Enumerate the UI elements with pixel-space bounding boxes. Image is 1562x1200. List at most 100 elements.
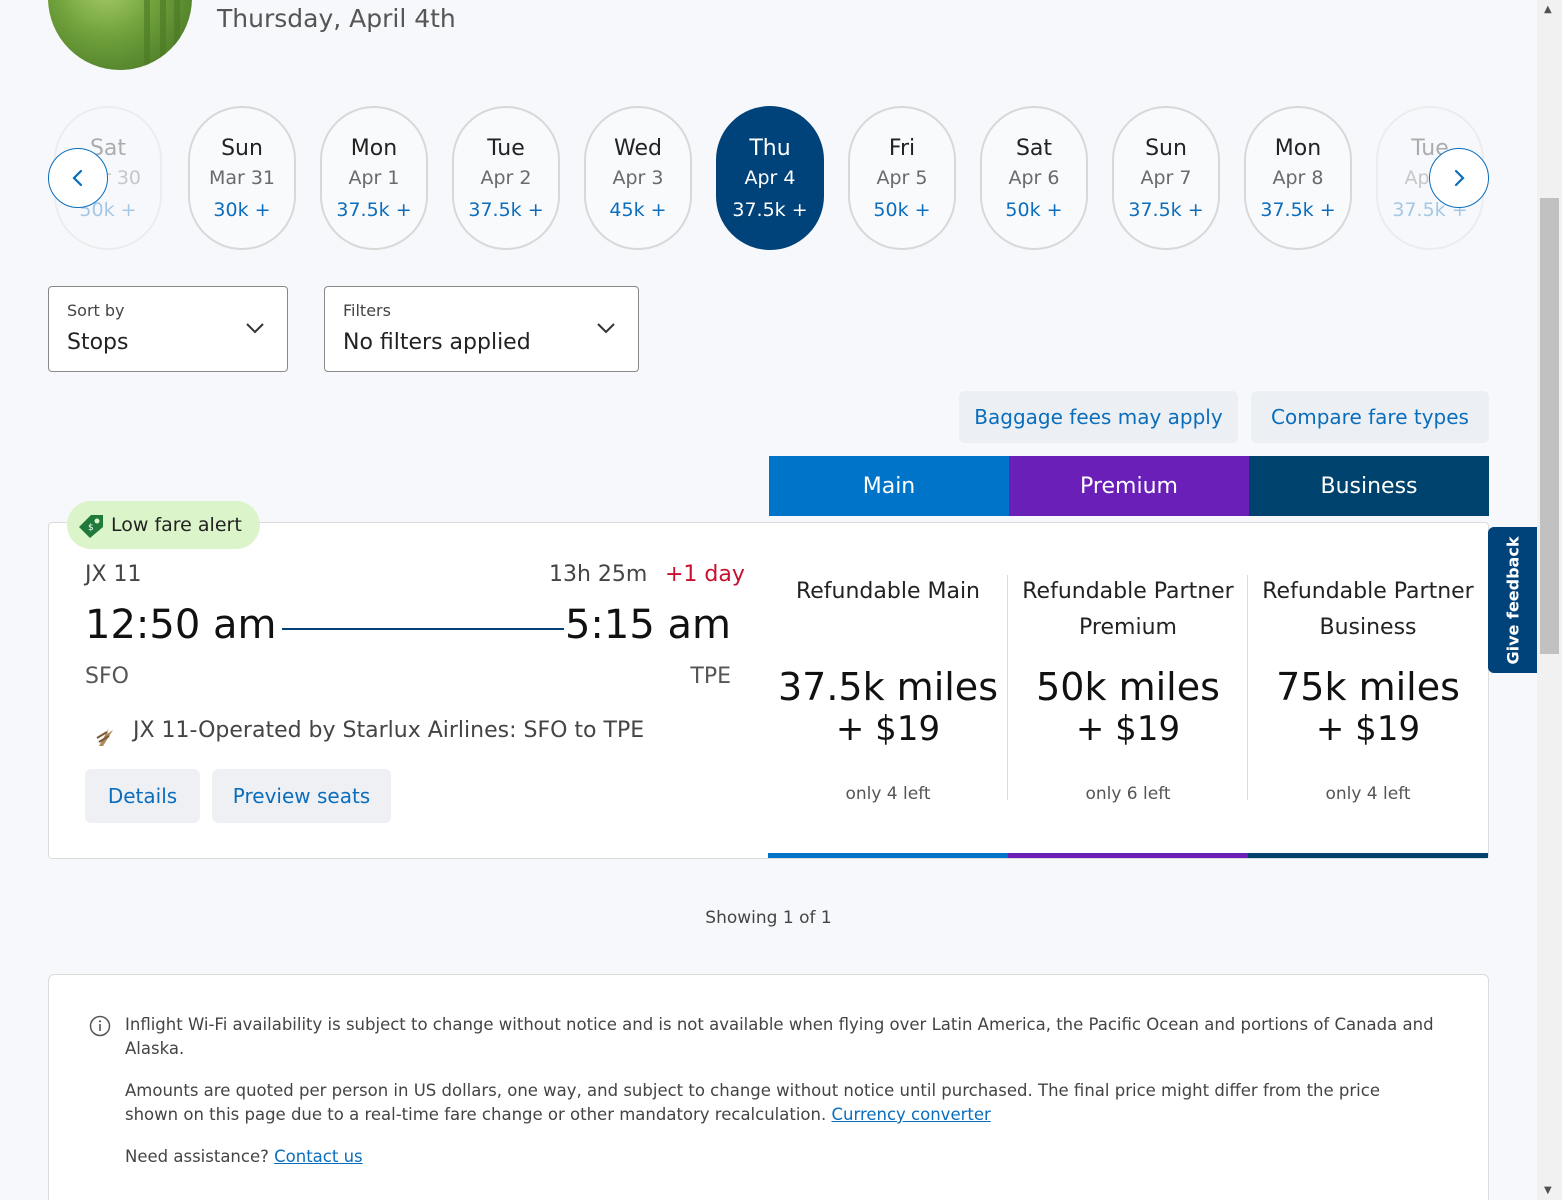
- date-pill-md: Apr 6: [1008, 167, 1060, 189]
- date-pill-price: 50k +: [1005, 199, 1063, 221]
- fare-tax: + $19: [1315, 709, 1421, 749]
- chevron-down-icon: [246, 323, 264, 334]
- flight-duration: 13h 25m: [549, 562, 648, 587]
- prev-dates-button[interactable]: [48, 148, 108, 208]
- date-pill[interactable]: Mon Apr 1 37.5k +: [320, 106, 428, 250]
- date-pill-price: 45k +: [609, 199, 667, 221]
- seats-left: only 4 left: [1325, 784, 1411, 804]
- seats-left: only 4 left: [845, 784, 931, 804]
- date-pill-price: 37.5k +: [1128, 199, 1204, 221]
- compare-fare-types-button[interactable]: Compare fare types: [1251, 391, 1489, 443]
- details-button[interactable]: Details: [85, 769, 200, 823]
- date-pill-price: 50k +: [873, 199, 931, 221]
- depart-time: 12:50 am: [85, 602, 277, 648]
- date-pill-md: Apr 2: [480, 167, 532, 189]
- date-pill[interactable]: Sat Apr 6 50k +: [980, 106, 1088, 250]
- notice-box: Inflight Wi-Fi availability is subject t…: [48, 974, 1489, 1200]
- date-pill-price: 37.5k +: [732, 199, 808, 221]
- preview-seats-button[interactable]: Preview seats: [212, 769, 391, 823]
- sort-value: Stops: [67, 330, 129, 355]
- chevron-left-icon: [72, 169, 83, 187]
- low-fare-alert-text: Low fare alert: [111, 514, 242, 536]
- page-date-heading: Thursday, April 4th: [217, 4, 456, 33]
- date-pill[interactable]: Wed Apr 3 45k +: [584, 106, 692, 250]
- flight-number: JX 11: [85, 562, 142, 587]
- page-scrollbar[interactable]: ▲ ▼: [1537, 0, 1562, 1200]
- wifi-notice: Inflight Wi-Fi availability is subject t…: [125, 1015, 1434, 1058]
- amounts-text: Amounts are quoted per person in US doll…: [125, 1081, 1380, 1124]
- give-feedback-button[interactable]: Give feedback: [1488, 527, 1537, 673]
- contact-us-link[interactable]: Contact us: [274, 1147, 363, 1166]
- filters-select[interactable]: Filters No filters applied: [324, 286, 639, 372]
- date-pill[interactable]: Sun Apr 7 37.5k +: [1112, 106, 1220, 250]
- date-pill-dow: Thu: [749, 136, 791, 161]
- date-pill-dow: Wed: [614, 136, 662, 161]
- fare-miles: 50k miles: [1036, 665, 1220, 709]
- scrollbar-thumb[interactable]: [1540, 198, 1559, 654]
- destination-image: [48, 0, 192, 70]
- assistance-text: Need assistance?: [125, 1147, 269, 1166]
- scroll-down-icon[interactable]: ▼: [1544, 1185, 1552, 1196]
- date-pill-dow: Sun: [221, 136, 263, 161]
- date-pill-dow: Mon: [350, 136, 398, 161]
- operated-by-text: JX 11-Operated by Starlux Airlines: SFO …: [133, 718, 645, 743]
- date-pill-md: Apr 4: [744, 167, 796, 189]
- give-feedback-label: Give feedback: [1503, 536, 1522, 664]
- date-pill-dow: Sun: [1145, 136, 1187, 161]
- fare-option-main[interactable]: Refundable Main 37.5k miles + $19 only 4…: [768, 522, 1008, 812]
- date-pill[interactable]: Thu Apr 4 37.5k +: [716, 106, 824, 250]
- sort-label: Sort by: [67, 301, 125, 320]
- fare-tab-business[interactable]: Business: [1249, 456, 1489, 516]
- currency-converter-link[interactable]: Currency converter: [831, 1105, 990, 1124]
- date-pill-price: 37.5k +: [336, 199, 412, 221]
- fare-tax: + $19: [835, 709, 941, 749]
- date-pill-price: 37.5k +: [468, 199, 544, 221]
- filters-label: Filters: [343, 301, 391, 320]
- fare-tax: + $19: [1075, 709, 1181, 749]
- fare-accent-bar-main: [768, 853, 1008, 858]
- fare-option-premium[interactable]: Refundable Partner Premium 50k miles + $…: [1008, 522, 1248, 812]
- fare-tab-premium[interactable]: Premium: [1009, 456, 1249, 516]
- date-pill[interactable]: Fri Apr 5 50k +: [848, 106, 956, 250]
- date-pill-dow: Tue: [487, 136, 525, 161]
- svg-text:$: $: [88, 523, 94, 533]
- arrive-airport: TPE: [690, 664, 731, 689]
- date-pill-md: Apr 5: [876, 167, 928, 189]
- results-count: Showing 1 of 1: [705, 908, 832, 928]
- fare-tab-main[interactable]: Main: [769, 456, 1009, 516]
- date-pill-md: Apr 8: [1272, 167, 1324, 189]
- date-pill-dow: Fri: [888, 136, 916, 161]
- baggage-fees-button[interactable]: Baggage fees may apply: [959, 391, 1238, 443]
- fare-option-business[interactable]: Refundable Partner Business 75k miles + …: [1248, 522, 1488, 812]
- date-pill-md: Apr 1: [348, 167, 400, 189]
- date-pill[interactable]: Mon Apr 8 37.5k +: [1244, 106, 1352, 250]
- next-dates-button[interactable]: [1429, 148, 1489, 208]
- fare-name: Refundable Partner Business: [1262, 579, 1474, 640]
- sort-select[interactable]: Sort by Stops: [48, 286, 288, 372]
- date-pill-price: 30k +: [213, 199, 271, 221]
- route-line: [282, 628, 564, 630]
- date-pill-dow: Sat: [1015, 136, 1053, 161]
- fare-accent-bar-premium: [1008, 853, 1248, 858]
- amounts-notice: Amounts are quoted per person in US doll…: [125, 1079, 1435, 1127]
- scroll-up-icon[interactable]: ▲: [1544, 4, 1552, 15]
- date-pill[interactable]: Sun Mar 31 30k +: [188, 106, 296, 250]
- starlux-logo-icon: [96, 728, 113, 746]
- low-fare-alert-badge: $ Low fare alert: [67, 501, 260, 549]
- assistance-notice: Need assistance? Contact us: [125, 1145, 1435, 1169]
- info-icon: [89, 1015, 111, 1037]
- plus-day-indicator: +1 day: [665, 562, 745, 587]
- date-pill[interactable]: Tue Apr 2 37.5k +: [452, 106, 560, 250]
- date-pill-md: Mar 31: [208, 167, 276, 189]
- date-pill-md: Apr 3: [612, 167, 664, 189]
- fare-miles: 75k miles: [1276, 665, 1460, 709]
- fare-miles: 37.5k miles: [777, 665, 998, 709]
- date-pill-price: 37.5k +: [1260, 199, 1336, 221]
- depart-airport: SFO: [85, 664, 129, 689]
- chevron-down-icon: [597, 323, 615, 334]
- fare-accent-bar-business: [1248, 853, 1488, 858]
- fare-name: Refundable Partner Premium: [1022, 579, 1234, 640]
- seats-left: only 6 left: [1085, 784, 1171, 804]
- price-tag-icon: $: [79, 515, 103, 538]
- date-pill-dow: Mon: [1274, 136, 1322, 161]
